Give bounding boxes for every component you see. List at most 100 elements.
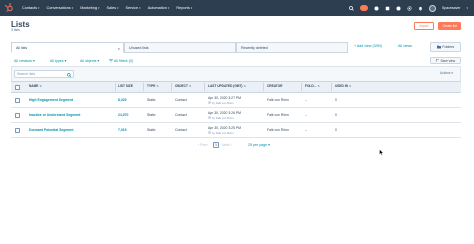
list-creator: Falk von Rönn (267, 98, 289, 102)
pagination-prev-label: Prev (200, 143, 208, 147)
column-header-type[interactable]: TYPE ⇅ (147, 81, 159, 93)
tab-all-lists[interactable]: All lists × (11, 42, 124, 53)
pagination-next-button[interactable]: Next › (222, 143, 232, 147)
list-size-link[interactable]: 8,320 (118, 98, 127, 102)
pagination-current-page[interactable]: 1 (213, 142, 219, 148)
nav-contacts[interactable]: Contacts ▾ (22, 6, 40, 10)
last-updated-by-label: by Falk von Rönn (212, 130, 234, 135)
row-checkbox[interactable] (15, 128, 20, 133)
nav-conversations[interactable]: Conversations ▾ (47, 6, 74, 10)
column-divider (301, 83, 302, 91)
main-menu: Contacts ▾ Conversations ▾ Marketing ▾ Sale… (22, 0, 192, 16)
list-count: 3 lists (11, 28, 20, 32)
list-used-in: 0 (335, 113, 337, 117)
column-divider (171, 83, 172, 91)
column-object-label: OBJECT (175, 84, 188, 89)
sort-icon: ⇅ (243, 84, 246, 89)
avatar (208, 131, 211, 134)
search-icon[interactable] (349, 5, 354, 11)
last-updated-by: by Falk von Rönn (208, 101, 234, 105)
column-header-used-in[interactable]: USED IN ⇅ (335, 81, 351, 93)
column-header-folder[interactable]: FOLD... ⇅ (305, 81, 320, 93)
upgrade-button[interactable] (360, 5, 368, 11)
add-view-button[interactable]: + Add view (3/50) (354, 44, 382, 48)
list-type: Static (147, 98, 156, 102)
avatar (208, 116, 211, 119)
list-name-link[interactable]: High Engagement Segment (29, 98, 73, 102)
top-navigation-bar: Contacts ▾ Conversations ▾ Marketing ▾ Sale… (0, 0, 474, 16)
advanced-filters-label: All filters (0) (114, 59, 133, 63)
advanced-filters-button[interactable]: All filters (0) (109, 59, 133, 63)
column-used-in-label: USED IN (335, 84, 348, 89)
filter-types[interactable]: All types ▾ (50, 59, 66, 63)
list-size-link[interactable]: 7,015 (118, 128, 127, 132)
column-header-list-size[interactable]: LIST SIZE (118, 81, 138, 93)
column-creator-label: CREATOR (267, 84, 283, 89)
import-button[interactable]: Import (414, 22, 434, 30)
avatar[interactable] (429, 4, 436, 12)
list-type: Static (147, 113, 156, 117)
notifications-bell-icon[interactable] (418, 6, 423, 11)
column-header-object[interactable]: OBJECT ⇅ (175, 81, 191, 93)
filter-lines-icon (109, 59, 113, 63)
hubspot-logo-icon[interactable] (4, 3, 14, 13)
tab-recently-deleted[interactable]: Recently deleted (236, 42, 348, 53)
last-updated-by: by Falk von Rönn (208, 116, 234, 120)
last-updated-date: Apr 30, 2020 3:25 PM (208, 125, 241, 130)
account-chevron-down-icon[interactable]: ▾ (466, 6, 468, 10)
close-icon[interactable]: × (118, 46, 120, 51)
folders-button[interactable]: Folders (430, 42, 461, 52)
account-name[interactable]: Spacesaver (442, 6, 460, 10)
select-all-checkbox[interactable] (15, 85, 20, 90)
list-creator: Falk von Rönn (267, 113, 289, 117)
tab-all-lists-label: All lists (16, 45, 28, 50)
avatar (208, 101, 211, 104)
nav-reports[interactable]: Reports ▾ (176, 6, 192, 10)
create-list-button[interactable]: Create list (438, 22, 461, 30)
filter-objects-label: All objects (80, 59, 97, 63)
row-checkbox[interactable] (15, 98, 20, 103)
nav-sales[interactable]: Sales ▾ (106, 6, 118, 10)
filter-creators-label: All creators (14, 59, 32, 63)
column-divider (331, 83, 332, 91)
nav-automation[interactable]: Automation ▾ (148, 6, 170, 10)
actions-dropdown[interactable]: Actions ▾ (440, 71, 453, 75)
settings-gear-icon[interactable] (407, 5, 412, 11)
column-list-size-label: LIST SIZE (118, 84, 133, 89)
sort-icon: ⇅ (188, 84, 192, 89)
marketplace-icon[interactable] (385, 6, 390, 11)
column-header-creator[interactable]: CREATOR (267, 81, 282, 93)
list-used-in: 0 (335, 128, 337, 132)
list-folder: -- (305, 98, 308, 102)
list-name-link[interactable]: Dormant Potential Segment (29, 128, 73, 132)
list-object: Contact (175, 113, 187, 117)
row-checkbox[interactable] (15, 113, 20, 118)
filter-creators[interactable]: All creators ▾ (14, 59, 35, 63)
list-folder: -- (305, 128, 308, 132)
phone-icon[interactable] (374, 6, 379, 11)
column-header-last-updated[interactable]: LAST UPDATED (GMT) ⇅ (208, 81, 246, 93)
last-updated-date: Apr 30, 2020 3:26 PM (208, 110, 241, 115)
filter-objects[interactable]: All objects ▾ (80, 59, 99, 63)
list-size-link[interactable]: 24,570 (118, 113, 128, 117)
column-type-label: TYPE (147, 84, 156, 89)
nav-service[interactable]: Service ▾ (126, 6, 141, 10)
search-input[interactable]: Search lists (14, 70, 74, 78)
list-used-in: 0 (335, 98, 337, 102)
per-page-dropdown[interactable]: 25 per page ▾ (248, 143, 270, 147)
all-views-link[interactable]: All views (398, 44, 412, 48)
help-icon[interactable] (396, 6, 401, 11)
tab-unused-lists[interactable]: Unused lists (124, 42, 236, 53)
actions-label: Actions (440, 71, 451, 75)
pagination-prev-button[interactable]: ‹ Prev (198, 143, 208, 147)
table-row[interactable]: Dormant Potential Segment 7,015 Static C… (11, 123, 461, 138)
column-divider (263, 83, 264, 91)
column-header-name[interactable]: NAME ⇅ (29, 81, 42, 93)
table-row[interactable]: High Engagement Segment 8,320 Static Con… (11, 93, 461, 108)
last-updated-by-label: by Falk von Rönn (212, 115, 234, 120)
filter-types-label: All types (50, 59, 64, 63)
table-row[interactable]: Inactive or Undersized Segment 24,570 St… (11, 108, 461, 123)
nav-marketing[interactable]: Marketing ▾ (80, 6, 99, 10)
list-name-link[interactable]: Inactive or Undersized Segment (29, 113, 80, 117)
save-view-button[interactable]: Save view (430, 57, 461, 64)
